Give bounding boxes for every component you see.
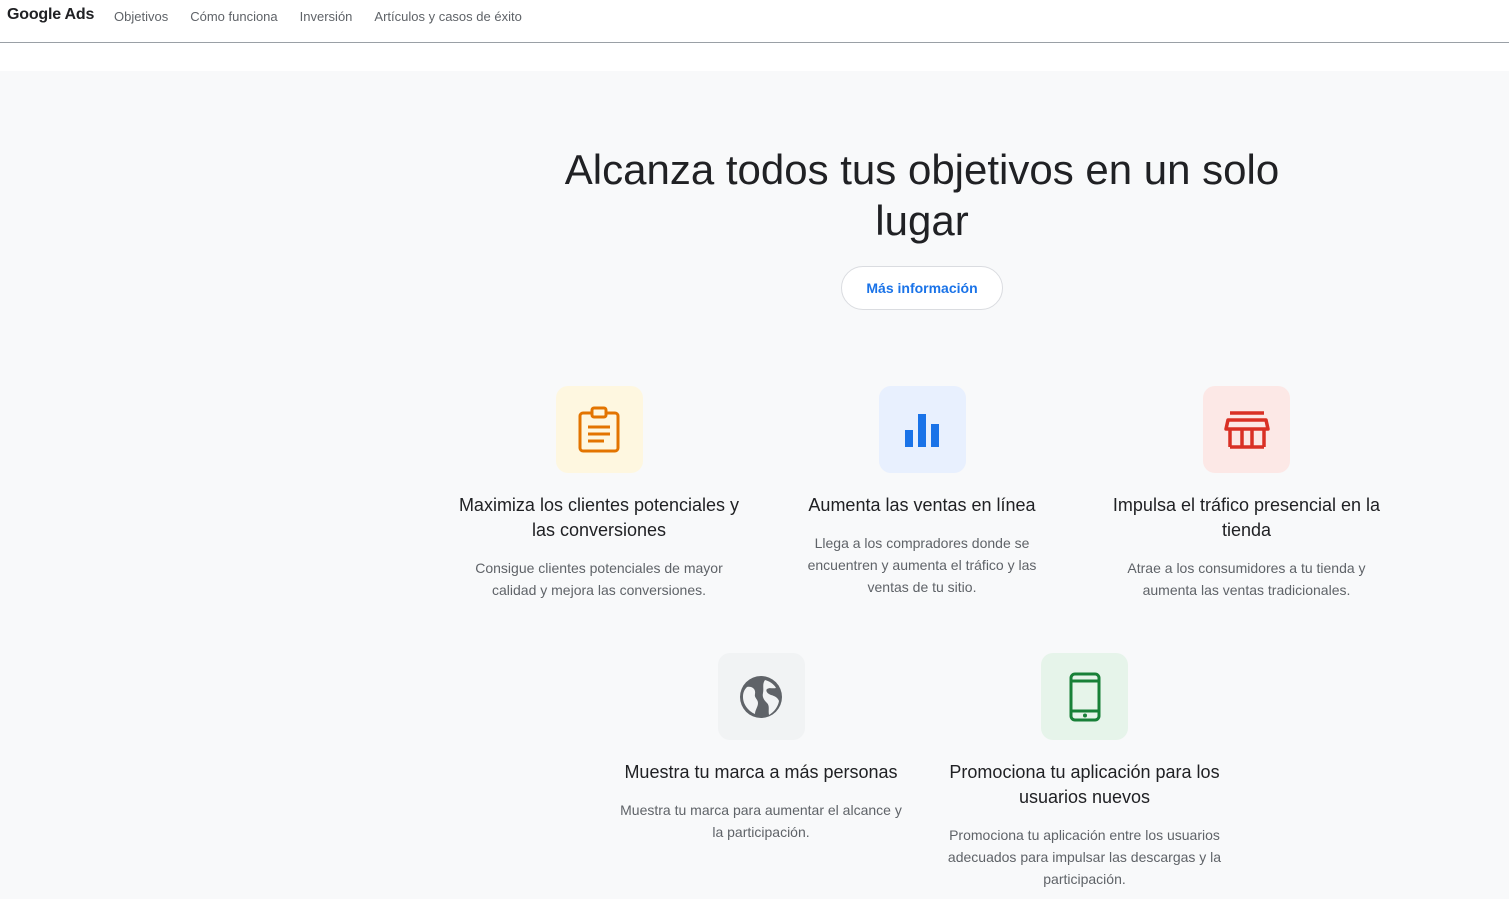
goal-description: Muestra tu marca para aumentar el alcanc… xyxy=(620,802,902,840)
goal-card-leads: Maximiza los clientes potenciales y las … xyxy=(453,386,745,601)
goal-description: Atrae a los consumidores a tu tienda y a… xyxy=(1127,560,1366,598)
storefront-icon xyxy=(1223,410,1270,449)
goal-icon-tile xyxy=(1203,386,1290,473)
goals-section: Alcanza todos tus objetivos en un solo l… xyxy=(0,71,1509,899)
bar-chart-icon xyxy=(905,413,939,447)
goal-card-online-sales: Aumenta las ventas en línea Llega a los … xyxy=(794,386,1050,598)
goal-card-store-traffic: Impulsa el tráfico presencial en la tien… xyxy=(1105,386,1388,601)
globe-icon xyxy=(740,675,782,718)
nav-link-articulos[interactable]: Artículos y casos de éxito xyxy=(374,9,521,24)
goal-description: Consigue clientes potenciales de mayor c… xyxy=(475,560,723,598)
nav-link-inversion[interactable]: Inversión xyxy=(300,9,353,24)
goal-icon-tile xyxy=(555,386,643,473)
goal-card-app-promotion: Promociona tu aplicación para los usuari… xyxy=(946,653,1223,890)
goal-icon-tile xyxy=(717,653,805,740)
goal-description: Promociona tu aplicación entre los usuar… xyxy=(947,827,1222,887)
goal-title: Muestra tu marca a más personas xyxy=(624,762,898,782)
section-title: Alcanza todos tus objetivos en un solo l… xyxy=(564,146,1280,244)
main-nav: Objetivos Cómo funciona Inversión Artícu… xyxy=(114,9,544,24)
goal-card-brand-awareness: Muestra tu marca a más personas Muestra … xyxy=(618,653,904,843)
nav-link-objetivos[interactable]: Objetivos xyxy=(114,9,168,24)
mobile-phone-icon xyxy=(1069,672,1100,721)
clipboard-icon xyxy=(578,406,620,452)
more-info-button[interactable]: Más información xyxy=(841,266,1003,310)
google-ads-logo[interactable]: Google Ads xyxy=(7,6,94,24)
goal-description: Llega a los compradores donde se encuent… xyxy=(807,535,1037,595)
goal-title: Aumenta las ventas en línea xyxy=(808,495,1036,515)
goal-title: Maximiza los clientes potenciales y las … xyxy=(458,495,740,540)
nav-link-como-funciona[interactable]: Cómo funciona xyxy=(190,9,277,24)
top-navigation-bar: Google Ads Objetivos Cómo funciona Inver… xyxy=(0,0,1509,43)
goal-icon-tile xyxy=(878,386,966,473)
goal-title: Promociona tu aplicación para los usuari… xyxy=(949,762,1220,807)
goal-icon-tile xyxy=(1041,653,1128,740)
goal-title: Impulsa el tráfico presencial en la tien… xyxy=(1112,495,1381,540)
